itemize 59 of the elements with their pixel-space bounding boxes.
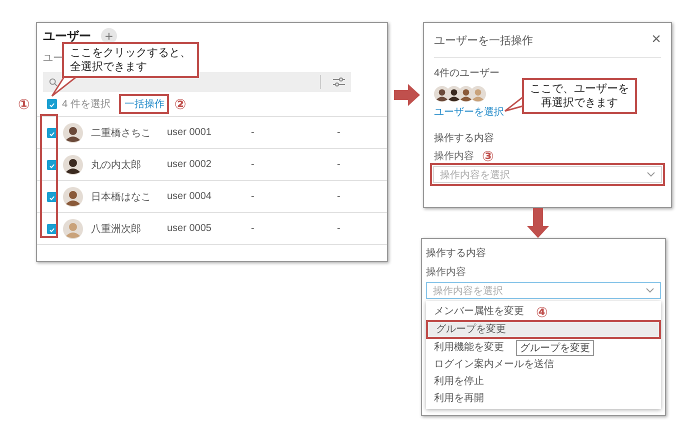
avatar-icon [470, 86, 486, 102]
tooltip: グループを変更 [516, 340, 594, 356]
callout-text: ここで、ユーザーを [530, 82, 629, 96]
dropdown-option[interactable]: 利用を再開 [426, 390, 492, 407]
right-arrow-icon [394, 84, 420, 106]
callout-text: ここをクリックすると、 [70, 46, 191, 60]
step-number: ③ [482, 149, 494, 163]
step-number: ① [18, 97, 30, 111]
section-heading: 操作する内容 [434, 132, 494, 145]
checkbox[interactable] [47, 224, 57, 234]
user-name: 八重洲次郎 [91, 222, 142, 236]
table-cell-text: - [337, 159, 342, 170]
chevron-icon [647, 172, 655, 177]
avatar-icon [63, 186, 83, 206]
checkbox[interactable] [47, 192, 57, 202]
field-label: 操作内容 [434, 150, 474, 163]
page-title: ユーザー [43, 28, 91, 44]
callout-text: 再選択できます [541, 96, 618, 110]
user-id: user 0001 [167, 127, 212, 138]
user-id: user 0005 [167, 223, 212, 234]
dialog-title: ユーザーを一括操作 [434, 34, 533, 48]
avatar-icon [63, 218, 83, 238]
user-id: user 0004 [167, 191, 212, 202]
step-number: ② [174, 97, 186, 111]
section-heading: 操作する内容 [426, 246, 487, 260]
filter-icon[interactable] [333, 77, 345, 87]
checkbox[interactable] [47, 128, 57, 138]
field-label: 操作内容 [426, 266, 467, 279]
subtitle: ユー [43, 53, 63, 64]
dropdown-option[interactable]: メンバー属性を変更 [426, 303, 532, 320]
table-cell-text: - [251, 223, 256, 234]
down-arrow-icon [527, 208, 549, 238]
users-heading: 4件のユーザー [434, 67, 500, 80]
dropdown-option[interactable]: 利用を停止 [426, 373, 492, 390]
dropdown-option[interactable]: グループを変更 [428, 322, 659, 337]
table-cell-text: - [337, 127, 342, 138]
user-name: 二重橋さちこ [91, 126, 152, 140]
checkbox[interactable] [47, 99, 57, 109]
bulk-action-link[interactable]: 一括操作 [124, 97, 164, 111]
search-icon [49, 78, 58, 86]
close-button[interactable]: × [652, 31, 661, 49]
table-cell-text: - [337, 191, 342, 202]
table-cell-text: - [251, 191, 256, 202]
select-users-link[interactable]: ユーザーを選択 [434, 105, 504, 119]
user-name: 丸の内太郎 [91, 158, 142, 172]
user-name: 日本橋はなこ [91, 190, 152, 204]
callout-text: 全選択できます [70, 60, 147, 74]
chevron-icon [646, 288, 654, 293]
checkbox[interactable] [47, 160, 57, 170]
table-cell-text: - [337, 223, 342, 234]
table-cell-text: - [251, 159, 256, 170]
dropdown-option[interactable]: 利用機能を変更 [426, 339, 512, 356]
user-id: user 0002 [167, 159, 212, 170]
avatar-icon [63, 154, 83, 174]
selection-count: 4 件を選択 [62, 98, 110, 111]
table-cell-text: - [251, 127, 256, 138]
step-number: ④ [536, 304, 548, 318]
avatar-icon [63, 122, 83, 142]
dropdown-option[interactable]: ログイン案内メールを送信 [426, 356, 562, 373]
